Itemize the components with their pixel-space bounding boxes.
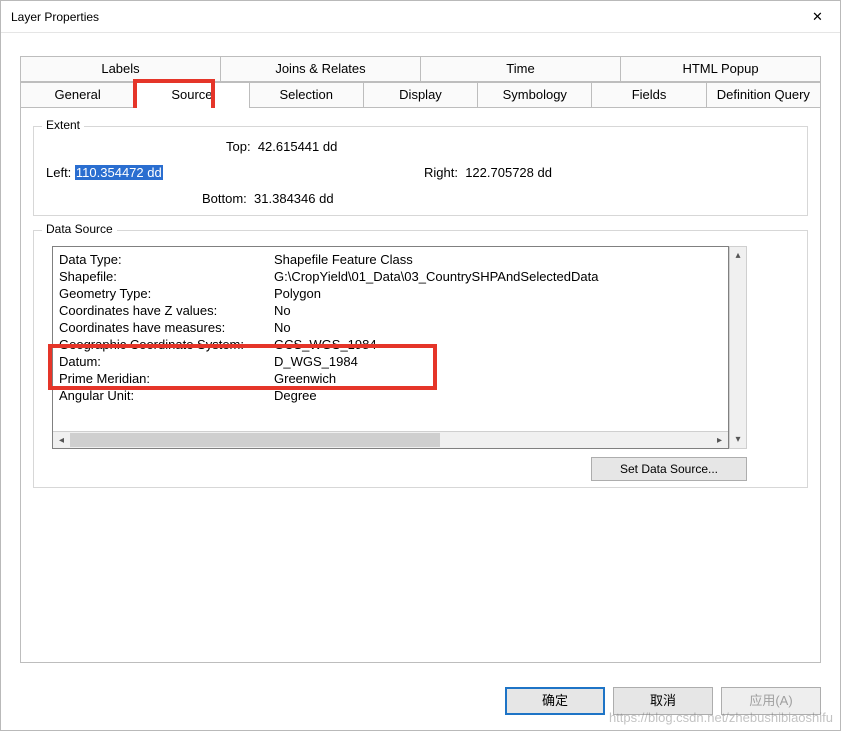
tab-labels[interactable]: Labels xyxy=(20,56,221,82)
scroll-left-icon: ◂ xyxy=(53,435,70,446)
data-source-value: No xyxy=(274,302,291,319)
tab-display[interactable]: Display xyxy=(363,82,478,108)
data-source-value: No xyxy=(274,319,291,336)
data-source-key: Angular Unit: xyxy=(59,387,274,404)
extent-right-value: 122.705728 dd xyxy=(465,165,552,180)
data-source-legend: Data Source xyxy=(42,222,117,236)
ok-button[interactable]: 确定 xyxy=(505,687,605,715)
data-source-value: G:\CropYield\01_Data\03_CountrySHPAndSel… xyxy=(274,268,598,285)
data-source-row: Datum:D_WGS_1984 xyxy=(59,353,728,370)
data-source-row: Angular Unit:Degree xyxy=(59,387,728,404)
client-area: Labels Joins & Relates Time HTML Popup G… xyxy=(2,34,839,729)
data-source-group: Data Source Data Type:Shapefile Feature … xyxy=(33,230,808,488)
extent-bottom-label: Bottom: xyxy=(202,191,247,206)
tab-html-popup[interactable]: HTML Popup xyxy=(620,56,821,82)
scroll-thumb[interactable] xyxy=(70,433,440,447)
data-source-row: Data Type:Shapefile Feature Class xyxy=(59,251,728,268)
extent-top-label: Top: xyxy=(226,139,251,154)
data-source-row: Geometry Type:Polygon xyxy=(59,285,728,302)
extent-left-value[interactable]: 110.354472 dd xyxy=(75,165,163,180)
extent-group: Extent Top: 42.615441 dd Left: 110.35447… xyxy=(33,126,808,216)
extent-top: Top: 42.615441 dd xyxy=(226,139,337,154)
data-source-row: Prime Meridian:Greenwich xyxy=(59,370,728,387)
data-source-row: Coordinates have Z values:No xyxy=(59,302,728,319)
extent-left-label: Left: xyxy=(46,165,71,180)
tab-source[interactable]: Source xyxy=(134,82,249,108)
tab-joins-relates[interactable]: Joins & Relates xyxy=(220,56,421,82)
bottom-button-bar: 确定 取消 应用(A) xyxy=(505,687,821,715)
close-button[interactable]: ✕ xyxy=(795,2,840,32)
data-source-text[interactable]: Data Type:Shapefile Feature ClassShapefi… xyxy=(52,246,729,449)
data-source-key: Coordinates have measures: xyxy=(59,319,274,336)
extent-bottom-value: 31.384346 dd xyxy=(254,191,334,206)
tab-symbology[interactable]: Symbology xyxy=(477,82,592,108)
data-source-key: Prime Meridian: xyxy=(59,370,274,387)
apply-button[interactable]: 应用(A) xyxy=(721,687,821,715)
extent-left: Left: 110.354472 dd xyxy=(46,165,163,180)
tab-control: Labels Joins & Relates Time HTML Popup G… xyxy=(20,56,821,108)
data-source-value: Polygon xyxy=(274,285,321,302)
scroll-down-icon: ▾ xyxy=(730,431,746,448)
data-source-value: GCS_WGS_1984 xyxy=(274,336,377,353)
extent-bottom: Bottom: 31.384346 dd xyxy=(202,191,334,206)
cancel-button[interactable]: 取消 xyxy=(613,687,713,715)
horizontal-scrollbar[interactable]: ◂ ▸ xyxy=(53,431,728,448)
set-data-source-button[interactable]: Set Data Source... xyxy=(591,457,747,481)
tab-row-front: General Source Selection Display Symbolo… xyxy=(20,82,821,108)
data-source-row: Coordinates have measures:No xyxy=(59,319,728,336)
tab-definition-query[interactable]: Definition Query xyxy=(706,82,821,108)
tab-row-back: Labels Joins & Relates Time HTML Popup xyxy=(20,56,821,82)
window-frame: Layer Properties ✕ Labels Joins & Relate… xyxy=(0,0,841,731)
scroll-right-icon: ▸ xyxy=(711,435,728,446)
window-title: Layer Properties xyxy=(11,10,99,24)
scroll-up-icon: ▴ xyxy=(730,247,746,264)
vertical-scrollbar[interactable]: ▴ ▾ xyxy=(729,246,747,449)
data-source-value: Shapefile Feature Class xyxy=(274,251,413,268)
tab-body: Extent Top: 42.615441 dd Left: 110.35447… xyxy=(20,108,821,663)
tab-general[interactable]: General xyxy=(20,82,135,108)
data-source-row: Geographic Coordinate System:GCS_WGS_198… xyxy=(59,336,728,353)
data-source-key: Geographic Coordinate System: xyxy=(59,336,274,353)
data-source-key: Shapefile: xyxy=(59,268,274,285)
extent-right-label: Right: xyxy=(424,165,458,180)
close-icon: ✕ xyxy=(812,9,823,25)
data-source-content: Data Type:Shapefile Feature ClassShapefi… xyxy=(59,251,728,404)
data-source-key: Data Type: xyxy=(59,251,274,268)
data-source-value: Degree xyxy=(274,387,317,404)
data-source-key: Geometry Type: xyxy=(59,285,274,302)
data-source-key: Datum: xyxy=(59,353,274,370)
extent-legend: Extent xyxy=(42,118,84,132)
titlebar: Layer Properties ✕ xyxy=(1,1,840,33)
extent-right: Right: 122.705728 dd xyxy=(424,165,552,180)
data-source-row: Shapefile:G:\CropYield\01_Data\03_Countr… xyxy=(59,268,728,285)
data-source-value: Greenwich xyxy=(274,370,336,387)
tab-selection[interactable]: Selection xyxy=(249,82,364,108)
tab-fields[interactable]: Fields xyxy=(591,82,706,108)
data-source-key: Coordinates have Z values: xyxy=(59,302,274,319)
tab-time[interactable]: Time xyxy=(420,56,621,82)
data-source-value: D_WGS_1984 xyxy=(274,353,358,370)
extent-top-value: 42.615441 dd xyxy=(258,139,338,154)
